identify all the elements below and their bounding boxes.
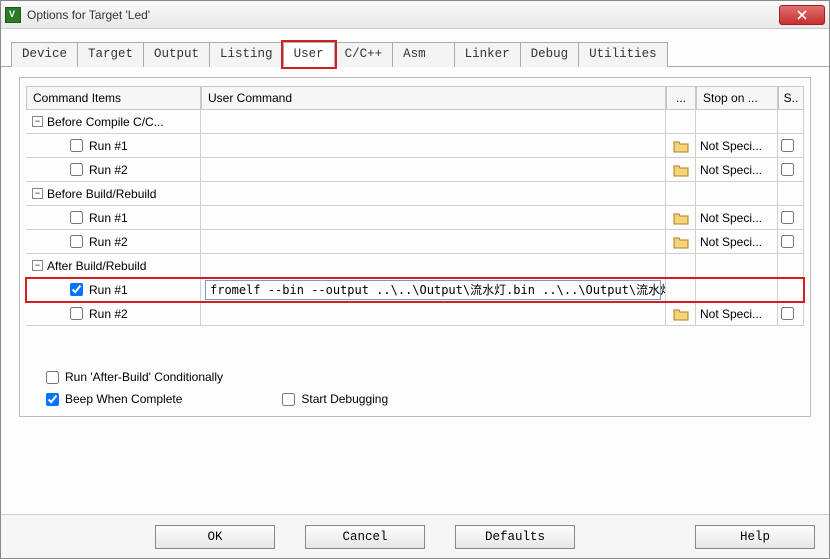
folder-icon (673, 139, 689, 153)
run1-checkbox[interactable] (70, 283, 83, 296)
tab-device[interactable]: Device (11, 42, 78, 67)
browse-button[interactable] (666, 134, 696, 158)
start-debugging-label: Start Debugging (301, 392, 388, 406)
tab-user[interactable]: User (283, 42, 335, 67)
beep-label: Beep When Complete (65, 392, 182, 406)
table-row: Run #1 Not Speci... (26, 134, 804, 158)
tab-debug[interactable]: Debug (520, 42, 580, 67)
col-user-command[interactable]: User Command (201, 86, 666, 110)
tab-output[interactable]: Output (143, 42, 210, 67)
collapse-icon[interactable]: − (32, 260, 43, 271)
commands-group: Command Items User Command ... Stop on .… (19, 77, 811, 417)
option-row: Beep When Complete Start Debugging (26, 388, 804, 410)
run-conditionally-checkbox[interactable] (46, 371, 59, 384)
window-title: Options for Target 'Led' (27, 8, 779, 22)
dialog-window: Options for Target 'Led' Device Target O… (0, 0, 830, 559)
cmd-cell[interactable]: fromelf --bin --output ..\..\Output\流水灯.… (201, 278, 666, 302)
run-label: Run #2 (89, 307, 128, 321)
option-row: Run 'After-Build' Conditionally (26, 366, 804, 388)
tab-content: Command Items User Command ... Stop on .… (1, 67, 829, 514)
browse-button[interactable] (666, 230, 696, 254)
cancel-button[interactable]: Cancel (305, 525, 425, 549)
table-row: Run #2 Not Speci... (26, 302, 804, 326)
close-button[interactable] (779, 5, 825, 25)
defaults-button[interactable]: Defaults (455, 525, 575, 549)
button-bar: OK Cancel Defaults Help (1, 514, 829, 558)
table-row: Run #2 Not Speci... (26, 230, 804, 254)
col-command-items[interactable]: Command Items (26, 86, 201, 110)
table-header: Command Items User Command ... Stop on .… (26, 86, 804, 110)
tab-linker[interactable]: Linker (454, 42, 521, 67)
tab-strip: Device Target Output Listing User C/C++ … (1, 29, 829, 67)
tab-listing[interactable]: Listing (209, 42, 284, 67)
run2-checkbox[interactable] (70, 235, 83, 248)
spawn-checkbox[interactable] (781, 163, 794, 176)
tab-asm[interactable]: Asm (392, 42, 455, 67)
col-browse[interactable]: ... (666, 86, 696, 110)
table-row: Run #2 Not Speci... (26, 158, 804, 182)
stop-cell[interactable]: Not Speci... (696, 302, 778, 326)
stop-cell[interactable] (696, 278, 778, 302)
collapse-icon[interactable]: − (32, 116, 43, 127)
cmd-cell[interactable] (201, 302, 666, 326)
run-conditionally-label: Run 'After-Build' Conditionally (65, 370, 223, 384)
folder-icon (673, 211, 689, 225)
col-spawn[interactable]: S.. (778, 86, 804, 110)
run-label: Run #2 (89, 235, 128, 249)
close-icon (797, 10, 807, 20)
folder-icon (673, 307, 689, 321)
run-label: Run #1 (89, 283, 128, 297)
tab-cpp[interactable]: C/C++ (334, 42, 394, 67)
run-label: Run #2 (89, 163, 128, 177)
stop-cell[interactable]: Not Speci... (696, 134, 778, 158)
run1-checkbox[interactable] (70, 139, 83, 152)
run-label: Run #1 (89, 211, 128, 225)
group-before-build[interactable]: −Before Build/Rebuild (26, 182, 804, 206)
group-after-build[interactable]: −After Build/Rebuild (26, 254, 804, 278)
run2-checkbox[interactable] (70, 307, 83, 320)
browse-button[interactable] (666, 206, 696, 230)
cmd-cell[interactable] (201, 206, 666, 230)
browse-button[interactable] (666, 158, 696, 182)
group-label: Before Build/Rebuild (47, 187, 156, 201)
col-stop-on[interactable]: Stop on ... (696, 86, 778, 110)
spawn-checkbox[interactable] (781, 307, 794, 320)
group-label: After Build/Rebuild (47, 259, 146, 273)
cmd-input[interactable]: fromelf --bin --output ..\..\Output\流水灯.… (205, 280, 661, 300)
group-before-compile[interactable]: −Before Compile C/C... (26, 110, 804, 134)
cmd-cell[interactable] (201, 158, 666, 182)
stop-cell[interactable]: Not Speci... (696, 206, 778, 230)
group-label: Before Compile C/C... (47, 115, 164, 129)
app-icon (5, 7, 21, 23)
beep-checkbox[interactable] (46, 393, 59, 406)
run-label: Run #1 (89, 139, 128, 153)
help-button[interactable]: Help (695, 525, 815, 549)
run1-checkbox[interactable] (70, 211, 83, 224)
stop-cell[interactable]: Not Speci... (696, 230, 778, 254)
titlebar: Options for Target 'Led' (1, 1, 829, 29)
start-debugging-checkbox[interactable] (282, 393, 295, 406)
spawn-checkbox[interactable] (781, 211, 794, 224)
folder-icon (673, 235, 689, 249)
browse-button[interactable] (666, 278, 696, 302)
run2-checkbox[interactable] (70, 163, 83, 176)
ok-button[interactable]: OK (155, 525, 275, 549)
tab-utilities[interactable]: Utilities (578, 42, 668, 67)
folder-icon (673, 163, 689, 177)
collapse-icon[interactable]: − (32, 188, 43, 199)
tab-target[interactable]: Target (77, 42, 144, 67)
browse-button[interactable] (666, 302, 696, 326)
spawn-checkbox[interactable] (781, 139, 794, 152)
spawn-checkbox[interactable] (781, 235, 794, 248)
cmd-cell[interactable] (201, 134, 666, 158)
table-row-highlighted: Run #1 fromelf --bin --output ..\..\Outp… (26, 278, 804, 302)
stop-cell[interactable]: Not Speci... (696, 158, 778, 182)
table-row: Run #1 Not Speci... (26, 206, 804, 230)
cmd-cell[interactable] (201, 230, 666, 254)
